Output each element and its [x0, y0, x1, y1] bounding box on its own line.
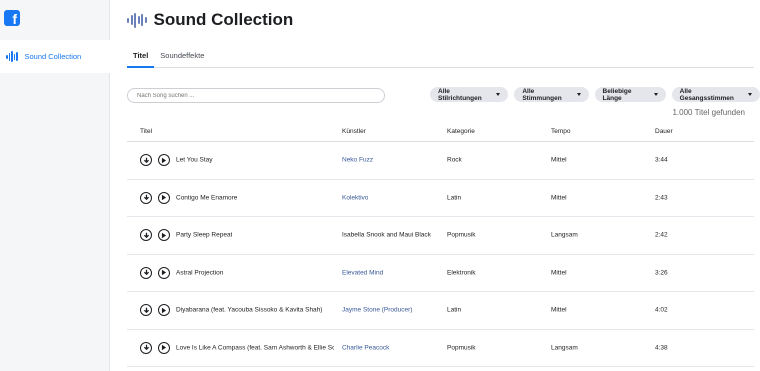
play-icon[interactable]	[158, 266, 170, 279]
table-row[interactable]: Let You Stay Neko Fuzz Rock Mittel 3:44	[127, 142, 754, 180]
track-duration: 4:02	[655, 306, 668, 314]
column-header-artist: Künstler	[342, 128, 366, 135]
filter-length-dropdown[interactable]: Beliebige Länge	[594, 87, 666, 102]
track-category: Popmusik	[447, 231, 476, 239]
track-title: Diyabarana (feat. Yacouba Sissoko & Kavi…	[176, 306, 323, 314]
chevron-down-icon	[747, 93, 752, 96]
track-duration: 2:43	[655, 194, 668, 202]
filter-label: Alle Stilrichtungen	[438, 87, 482, 102]
table-row[interactable]: Contigo Me Enamore Kolektivo Latin Mittel 2:…	[127, 180, 754, 217]
main-content: Sound Collection Titel Soundeffekte Alle…	[110, 0, 760, 371]
track-duration: 2:42	[655, 231, 668, 239]
track-artist[interactable]: Neko Fuzz	[342, 157, 373, 164]
play-icon[interactable]	[158, 154, 170, 167]
download-icon[interactable]	[140, 266, 152, 279]
track-artist[interactable]: Elevated Mind	[342, 269, 383, 276]
track-duration: 3:44	[655, 156, 668, 164]
track-artist[interactable]: Charlie Peacock	[342, 344, 389, 351]
page-title: Sound Collection	[153, 10, 294, 29]
track-category: Popmusik	[447, 344, 476, 352]
filter-mood-dropdown[interactable]: Alle Stimmungen	[514, 87, 589, 102]
filter-label: Alle Stimmungen	[522, 87, 562, 102]
sidebar: f Sound Collection	[0, 0, 110, 371]
page-header: Sound Collection	[127, 10, 293, 30]
filter-genre-dropdown[interactable]: Alle Stilrichtungen	[430, 87, 509, 102]
table-row[interactable]: Diyabarana (feat. Yacouba Sissoko & Kavi…	[127, 292, 754, 330]
tab-soundeffekte[interactable]: Soundeffekte	[154, 46, 210, 68]
track-artist: Isabella Snook and Maui Black	[342, 231, 431, 239]
play-icon[interactable]	[158, 229, 170, 242]
track-title: Love Is Like A Compass (feat. Sam Ashwor…	[176, 344, 334, 352]
table-row[interactable]: Astral Projection Elevated Mind Elektronik…	[127, 255, 754, 292]
column-header-category: Kategorie	[447, 128, 475, 135]
soundwave-icon	[127, 12, 147, 28]
track-artist[interactable]: Kolektivo	[342, 194, 368, 201]
track-duration: 4:38	[655, 344, 668, 352]
table-header: Titel Künstler Kategorie Tempo Dauer	[127, 122, 754, 142]
column-header-title: Titel	[140, 128, 153, 135]
track-category: Latin	[447, 194, 462, 202]
track-tempo: Mittel	[551, 269, 567, 277]
chevron-down-icon	[576, 93, 581, 96]
track-list: Let You Stay Neko Fuzz Rock Mittel 3:44 Conti…	[127, 142, 754, 367]
track-tempo: Mittel	[551, 194, 567, 202]
column-header-duration: Dauer	[655, 128, 673, 135]
chevron-down-icon	[653, 93, 658, 96]
sidebar-item-sound-collection[interactable]: Sound Collection	[0, 40, 110, 73]
table-row[interactable]: Love Is Like A Compass (feat. Sam Ashwor…	[127, 330, 754, 367]
search-input[interactable]	[127, 88, 385, 103]
track-tempo: Mittel	[551, 156, 567, 164]
play-icon[interactable]	[158, 191, 170, 204]
track-tempo: Mittel	[551, 306, 567, 314]
track-title: Party Sleep Repeat	[176, 231, 233, 239]
track-category: Rock	[447, 156, 462, 164]
result-count: 1.000 Titel gefunden	[672, 108, 745, 117]
track-category: Latin	[447, 306, 462, 314]
filter-vocals-dropdown[interactable]: Alle Gesangsstimmen	[671, 87, 760, 102]
download-icon[interactable]	[140, 304, 152, 317]
column-header-tempo: Tempo	[551, 128, 571, 135]
play-icon[interactable]	[158, 341, 170, 354]
track-title: Let You Stay	[176, 156, 213, 164]
soundwave-icon	[6, 51, 18, 63]
track-duration: 3:26	[655, 269, 668, 277]
track-tempo: Langsam	[551, 231, 578, 239]
table-row[interactable]: Party Sleep Repeat Isabella Snook and Mau…	[127, 217, 754, 255]
filter-label: Alle Gesangsstimmen	[679, 87, 734, 102]
track-artist[interactable]: Jayme Stone (Producer)	[342, 307, 412, 314]
download-icon[interactable]	[140, 154, 152, 167]
filter-label: Beliebige Länge	[602, 87, 632, 102]
track-category: Elektronik	[447, 269, 476, 277]
track-title: Contigo Me Enamore	[176, 194, 238, 202]
filter-bar: Alle Stilrichtungen Alle Stimmungen Beli…	[430, 87, 760, 102]
play-icon[interactable]	[158, 304, 170, 317]
facebook-logo-icon[interactable]: f	[4, 10, 20, 26]
chevron-down-icon	[496, 93, 501, 96]
tab-bar: Titel Soundeffekte	[127, 46, 754, 68]
download-icon[interactable]	[140, 341, 152, 354]
track-tempo: Langsam	[551, 344, 578, 352]
download-icon[interactable]	[140, 191, 152, 204]
download-icon[interactable]	[140, 229, 152, 242]
sidebar-item-label: Sound Collection	[24, 52, 82, 61]
tab-titel[interactable]: Titel	[127, 46, 155, 68]
track-title: Astral Projection	[176, 269, 224, 277]
